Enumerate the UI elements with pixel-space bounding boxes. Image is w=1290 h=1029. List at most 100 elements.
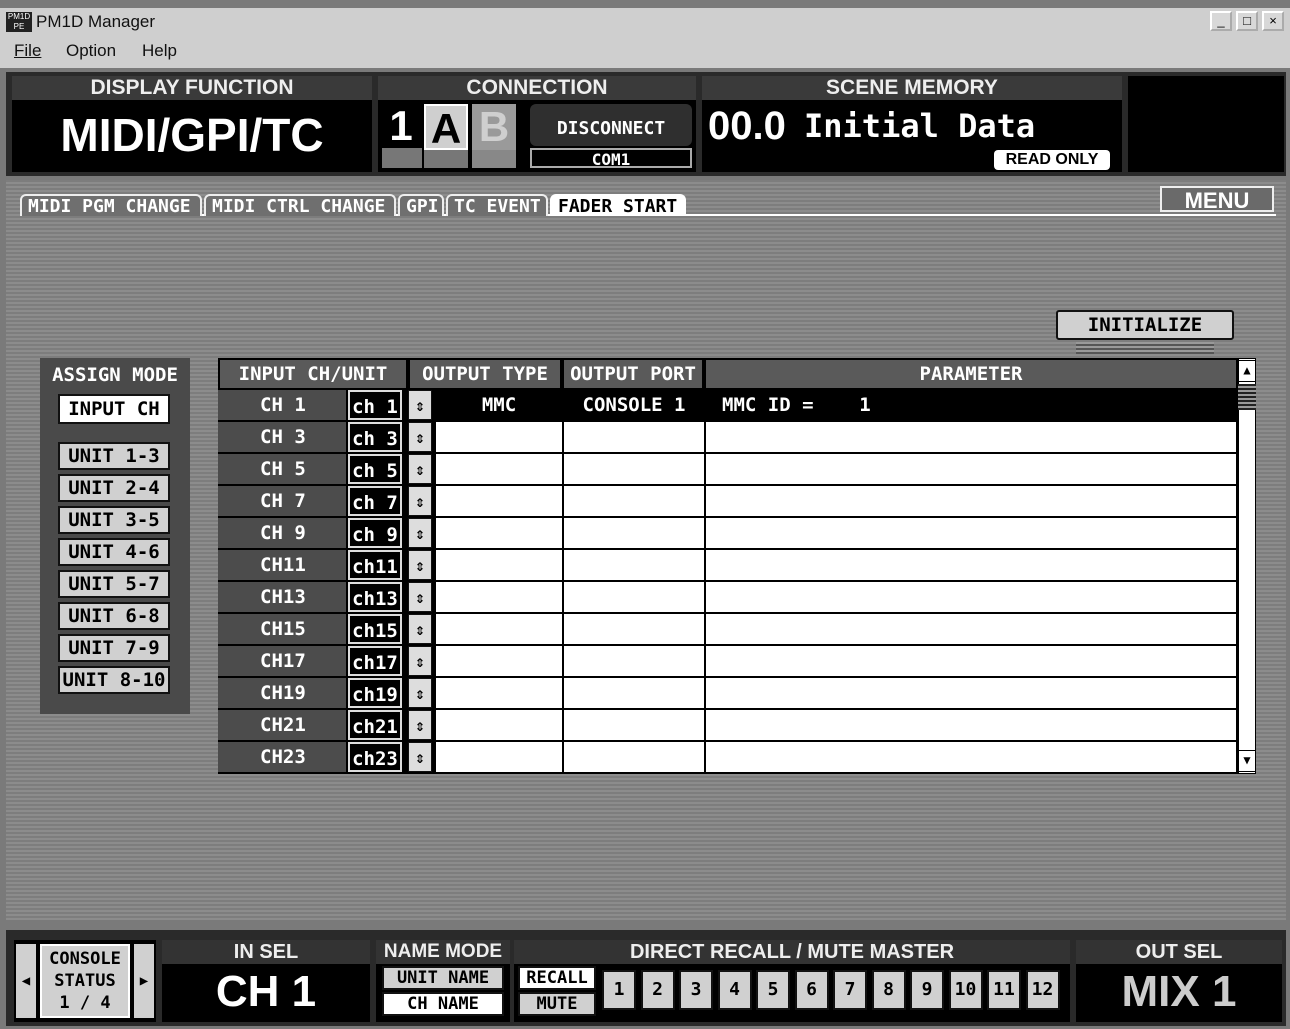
- tab-midi-ctrl-change[interactable]: MIDI CTRL CHANGE: [204, 194, 396, 217]
- tab-midi-pgm-change[interactable]: MIDI PGM CHANGE: [20, 194, 202, 217]
- direct-recall-button-12[interactable]: 12: [1025, 970, 1060, 1010]
- spin-arrows-icon[interactable]: ⇕: [408, 518, 432, 548]
- parameter-cell[interactable]: [706, 710, 1236, 740]
- assign-unit-3-5-button[interactable]: UNIT 3-5: [58, 506, 170, 534]
- output-type-cell[interactable]: [436, 486, 562, 516]
- output-type-cell[interactable]: [436, 454, 562, 484]
- parameter-cell[interactable]: [706, 486, 1236, 516]
- recall-button[interactable]: RECALL: [518, 966, 596, 990]
- table-scrollbar[interactable]: [1238, 358, 1256, 774]
- console-a-button[interactable]: A: [424, 104, 468, 152]
- ch-select-box[interactable]: ch 3: [348, 422, 402, 452]
- assign-unit-2-4-button[interactable]: UNIT 2-4: [58, 474, 170, 502]
- assign-unit-5-7-button[interactable]: UNIT 5-7: [58, 570, 170, 598]
- ch-select-box[interactable]: ch17: [348, 646, 402, 676]
- output-port-cell[interactable]: [564, 742, 704, 772]
- direct-recall-button-5[interactable]: 5: [756, 970, 790, 1010]
- direct-recall-button-3[interactable]: 3: [679, 970, 713, 1010]
- parameter-cell[interactable]: [706, 550, 1236, 580]
- direct-recall-button-8[interactable]: 8: [871, 970, 906, 1010]
- ch-select-box[interactable]: ch11: [348, 550, 402, 580]
- ch-select-box[interactable]: ch 9: [348, 518, 402, 548]
- port-select[interactable]: COM1: [530, 148, 692, 169]
- table-row[interactable]: CH21 ch21 ⇕: [218, 710, 1236, 742]
- parameter-cell[interactable]: [706, 422, 1236, 452]
- table-row[interactable]: CH 7 ch 7 ⇕: [218, 486, 1236, 518]
- output-type-cell[interactable]: [436, 518, 562, 548]
- direct-recall-button-11[interactable]: 11: [987, 970, 1021, 1010]
- ch-select-box[interactable]: ch23: [348, 742, 402, 772]
- ch-select-box[interactable]: ch21: [348, 710, 402, 740]
- console-prev-arrow-icon[interactable]: ◀: [16, 944, 36, 1018]
- table-row[interactable]: CH19 ch19 ⇕: [218, 678, 1236, 710]
- output-port-cell[interactable]: [564, 550, 704, 580]
- out-sel-value[interactable]: MIX 1: [1076, 964, 1282, 1020]
- table-row[interactable]: CH 3 ch 3 ⇕: [218, 422, 1236, 454]
- scroll-down-arrow-icon[interactable]: ▼: [1238, 750, 1256, 772]
- unit-name-button[interactable]: UNIT NAME: [382, 966, 504, 990]
- spin-arrows-icon[interactable]: ⇕: [408, 422, 432, 452]
- table-row[interactable]: CH13 ch13 ⇕: [218, 582, 1236, 614]
- output-type-cell[interactable]: [436, 614, 562, 644]
- mute-button[interactable]: MUTE: [518, 992, 596, 1016]
- output-port-cell[interactable]: [564, 518, 704, 548]
- table-row[interactable]: CH17 ch17 ⇕: [218, 646, 1236, 678]
- table-row[interactable]: CH11 ch11 ⇕: [218, 550, 1236, 582]
- spin-arrows-icon[interactable]: ⇕: [408, 678, 432, 708]
- output-type-cell[interactable]: [436, 742, 562, 772]
- direct-recall-button-9[interactable]: 9: [910, 970, 944, 1010]
- assign-unit-6-8-button[interactable]: UNIT 6-8: [58, 602, 170, 630]
- parameter-cell[interactable]: [706, 582, 1236, 612]
- table-row[interactable]: CH 9 ch 9 ⇕: [218, 518, 1236, 550]
- output-port-cell[interactable]: [564, 454, 704, 484]
- output-type-cell[interactable]: [436, 646, 562, 676]
- table-row[interactable]: CH15 ch15 ⇕: [218, 614, 1236, 646]
- table-row[interactable]: CH23 ch23 ⇕: [218, 742, 1236, 774]
- spin-arrows-icon[interactable]: ⇕: [408, 742, 432, 772]
- parameter-cell[interactable]: MMC ID = 1: [706, 390, 1236, 420]
- scroll-thumb[interactable]: [1238, 384, 1256, 410]
- assign-unit-1-3-button[interactable]: UNIT 1-3: [58, 442, 170, 470]
- assign-unit-4-6-button[interactable]: UNIT 4-6: [58, 538, 170, 566]
- direct-recall-button-6[interactable]: 6: [794, 970, 829, 1010]
- output-port-cell[interactable]: [564, 678, 704, 708]
- output-type-cell[interactable]: [436, 678, 562, 708]
- parameter-cell[interactable]: [706, 518, 1236, 548]
- spin-arrows-icon[interactable]: ⇕: [408, 390, 432, 420]
- spin-arrows-icon[interactable]: ⇕: [408, 486, 432, 516]
- ch-select-box[interactable]: ch 1: [348, 390, 402, 420]
- assign-input-ch-button[interactable]: INPUT CH: [58, 394, 170, 424]
- table-row[interactable]: CH 1 ch 1 ⇕ MMC CONSOLE 1 MMC ID = 1: [218, 390, 1236, 422]
- spin-arrows-icon[interactable]: ⇕: [408, 550, 432, 580]
- tab-gpi[interactable]: GPI: [398, 194, 444, 217]
- direct-recall-button-2[interactable]: 2: [640, 970, 675, 1010]
- direct-recall-button-1[interactable]: 1: [602, 970, 636, 1010]
- output-type-cell[interactable]: [436, 550, 562, 580]
- output-type-cell[interactable]: [436, 422, 562, 452]
- assign-unit-8-10-button[interactable]: UNIT 8-10: [58, 666, 170, 694]
- menu-button[interactable]: MENU: [1160, 186, 1274, 213]
- assign-unit-7-9-button[interactable]: UNIT 7-9: [58, 634, 170, 662]
- spin-arrows-icon[interactable]: ⇕: [408, 614, 432, 644]
- parameter-cell[interactable]: [706, 614, 1236, 644]
- parameter-cell[interactable]: [706, 646, 1236, 676]
- initialize-button[interactable]: INITIALIZE: [1056, 310, 1234, 340]
- table-row[interactable]: CH 5 ch 5 ⇕: [218, 454, 1236, 486]
- spin-arrows-icon[interactable]: ⇕: [408, 582, 432, 612]
- scroll-up-arrow-icon[interactable]: ▲: [1238, 360, 1256, 382]
- ch-select-box[interactable]: ch 7: [348, 486, 402, 516]
- output-type-cell[interactable]: [436, 710, 562, 740]
- menu-file[interactable]: File: [14, 41, 41, 61]
- output-type-cell[interactable]: [436, 582, 562, 612]
- ch-select-box[interactable]: ch15: [348, 614, 402, 644]
- menu-option[interactable]: Option: [66, 41, 116, 61]
- maximize-button[interactable]: □: [1236, 11, 1258, 31]
- parameter-cell[interactable]: [706, 678, 1236, 708]
- disconnect-button[interactable]: DISCONNECT: [530, 104, 692, 146]
- output-port-cell[interactable]: [564, 422, 704, 452]
- direct-recall-button-7[interactable]: 7: [833, 970, 867, 1010]
- menu-help[interactable]: Help: [142, 41, 177, 61]
- output-port-cell[interactable]: [564, 614, 704, 644]
- output-port-cell[interactable]: [564, 486, 704, 516]
- minimize-button[interactable]: _: [1210, 11, 1232, 31]
